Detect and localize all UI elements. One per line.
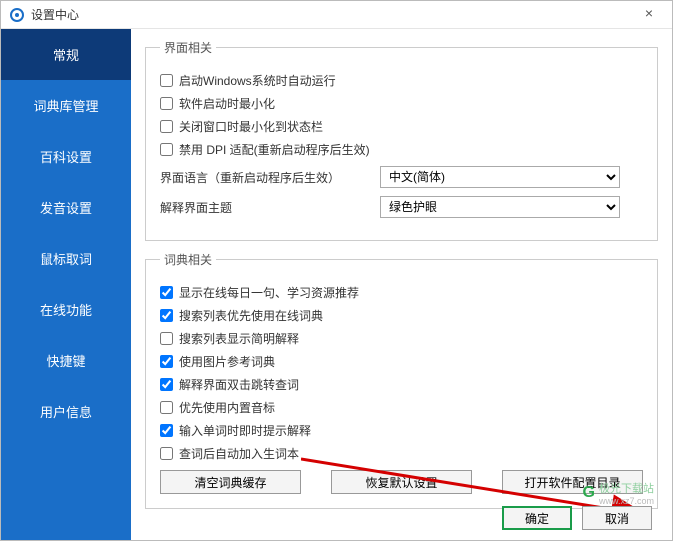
sidebar-item-6[interactable]: 快捷键 (1, 335, 131, 386)
ui-check-label-1: 软件启动时最小化 (179, 95, 275, 112)
dict-check-checkbox-2[interactable] (160, 332, 173, 345)
sidebar-item-4[interactable]: 鼠标取词 (1, 233, 131, 284)
ui-check-checkbox-3[interactable] (160, 143, 173, 156)
dict-check-row-5: 优先使用内置音标 (160, 399, 643, 416)
dict-check-label-1: 搜索列表优先使用在线词典 (179, 307, 323, 324)
ui-check-label-0: 启动Windows系统时自动运行 (179, 72, 336, 89)
titlebar: 设置中心 × (1, 1, 672, 29)
language-row: 界面语言（重新启动程序后生效） 中文(简体) (160, 166, 643, 188)
dict-check-checkbox-6[interactable] (160, 424, 173, 437)
sidebar-item-0[interactable]: 常规 (1, 29, 131, 80)
footer: 确定 取消 (502, 506, 652, 530)
restore-defaults-button[interactable]: 恢复默认设置 (331, 470, 472, 494)
dict-check-label-4: 解释界面双击跳转查词 (179, 376, 299, 393)
sidebar-item-2[interactable]: 百科设置 (1, 131, 131, 182)
theme-select[interactable]: 绿色护眼 (380, 196, 620, 218)
ui-check-label-2: 关闭窗口时最小化到状态栏 (179, 118, 323, 135)
dict-check-checkbox-7[interactable] (160, 447, 173, 460)
main-panel: 界面相关 启动Windows系统时自动运行软件启动时最小化关闭窗口时最小化到状态… (131, 29, 672, 540)
dict-check-checkbox-4[interactable] (160, 378, 173, 391)
ui-check-checkbox-2[interactable] (160, 120, 173, 133)
ui-check-row-1: 软件启动时最小化 (160, 95, 643, 112)
sidebar: 常规词典库管理百科设置发音设置鼠标取词在线功能快捷键用户信息 (1, 29, 131, 540)
dict-check-label-5: 优先使用内置音标 (179, 399, 275, 416)
sidebar-item-1[interactable]: 词典库管理 (1, 80, 131, 131)
dict-check-row-7: 查词后自动加入生词本 (160, 445, 643, 462)
dict-check-row-3: 使用图片参考词典 (160, 353, 643, 370)
app-icon (9, 7, 25, 23)
ui-group: 界面相关 启动Windows系统时自动运行软件启动时最小化关闭窗口时最小化到状态… (145, 39, 658, 241)
language-label: 界面语言（重新启动程序后生效） (160, 169, 380, 186)
sidebar-item-3[interactable]: 发音设置 (1, 182, 131, 233)
ui-check-row-2: 关闭窗口时最小化到状态栏 (160, 118, 643, 135)
dict-check-row-4: 解释界面双击跳转查词 (160, 376, 643, 393)
dict-check-checkbox-1[interactable] (160, 309, 173, 322)
dict-check-row-1: 搜索列表优先使用在线词典 (160, 307, 643, 324)
ui-check-row-3: 禁用 DPI 适配(重新启动程序后生效) (160, 141, 643, 158)
cancel-button[interactable]: 取消 (582, 506, 652, 530)
close-icon[interactable]: × (634, 5, 664, 25)
open-config-dir-button[interactable]: 打开软件配置目录 (502, 470, 643, 494)
theme-row: 解释界面主题 绿色护眼 (160, 196, 643, 218)
window-title: 设置中心 (31, 6, 634, 23)
dict-check-row-2: 搜索列表显示简明解释 (160, 330, 643, 347)
dict-check-checkbox-5[interactable] (160, 401, 173, 414)
dict-check-checkbox-0[interactable] (160, 286, 173, 299)
dict-check-row-6: 输入单词时即时提示解释 (160, 422, 643, 439)
dict-check-label-7: 查词后自动加入生词本 (179, 445, 299, 462)
theme-label: 解释界面主题 (160, 199, 380, 216)
dict-group-legend: 词典相关 (160, 251, 216, 268)
sidebar-item-5[interactable]: 在线功能 (1, 284, 131, 335)
dict-check-label-6: 输入单词时即时提示解释 (179, 422, 311, 439)
dict-check-row-0: 显示在线每日一句、学习资源推荐 (160, 284, 643, 301)
ui-check-checkbox-0[interactable] (160, 74, 173, 87)
ui-check-checkbox-1[interactable] (160, 97, 173, 110)
settings-window: 设置中心 × 常规词典库管理百科设置发音设置鼠标取词在线功能快捷键用户信息 界面… (0, 0, 673, 541)
dict-check-checkbox-3[interactable] (160, 355, 173, 368)
dict-buttons: 清空词典缓存 恢复默认设置 打开软件配置目录 (160, 470, 643, 494)
ui-check-row-0: 启动Windows系统时自动运行 (160, 72, 643, 89)
dict-group: 词典相关 显示在线每日一句、学习资源推荐搜索列表优先使用在线词典搜索列表显示简明… (145, 251, 658, 509)
clear-cache-button[interactable]: 清空词典缓存 (160, 470, 301, 494)
dict-check-label-0: 显示在线每日一句、学习资源推荐 (179, 284, 359, 301)
ui-check-label-3: 禁用 DPI 适配(重新启动程序后生效) (179, 141, 370, 158)
language-select[interactable]: 中文(简体) (380, 166, 620, 188)
ok-button[interactable]: 确定 (502, 506, 572, 530)
ui-group-legend: 界面相关 (160, 39, 216, 56)
dict-check-label-3: 使用图片参考词典 (179, 353, 275, 370)
dict-check-label-2: 搜索列表显示简明解释 (179, 330, 299, 347)
sidebar-item-7[interactable]: 用户信息 (1, 386, 131, 437)
body: 常规词典库管理百科设置发音设置鼠标取词在线功能快捷键用户信息 界面相关 启动Wi… (1, 29, 672, 540)
